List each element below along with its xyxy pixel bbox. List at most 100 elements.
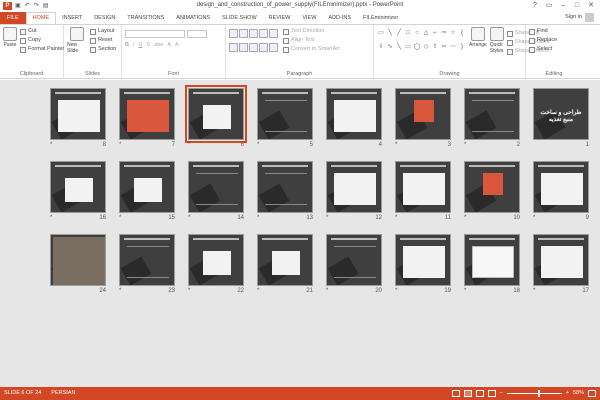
transition-star-icon[interactable]: * xyxy=(50,215,52,221)
slide-thumbnail[interactable] xyxy=(50,161,106,213)
transition-star-icon[interactable]: * xyxy=(119,142,121,148)
slide-thumbnail[interactable] xyxy=(326,161,382,213)
paste-button[interactable]: Paste xyxy=(3,27,17,54)
transition-star-icon[interactable]: * xyxy=(188,215,190,221)
slide-thumbnail[interactable] xyxy=(119,161,175,213)
ribbon-display-icon[interactable]: ▭ xyxy=(542,0,556,11)
connector-shape-icon[interactable]: ⌐ xyxy=(431,29,439,37)
maximize-icon[interactable]: □ xyxy=(570,0,584,11)
text-direction-button[interactable]: Text Direction xyxy=(283,27,340,36)
transition-star-icon[interactable]: * xyxy=(464,215,466,221)
transition-star-icon[interactable]: * xyxy=(50,142,52,148)
rectangle-shape-icon[interactable]: ▭ xyxy=(404,43,412,51)
reading-view-icon[interactable] xyxy=(475,390,484,397)
diamond-shape-icon[interactable]: ◇ xyxy=(422,43,430,51)
slide-thumbnail[interactable] xyxy=(257,234,313,286)
justify-icon[interactable] xyxy=(259,42,268,52)
transition-star-icon[interactable]: * xyxy=(395,288,397,294)
transition-star-icon[interactable]: * xyxy=(464,288,466,294)
transition-star-icon[interactable]: * xyxy=(395,142,397,148)
zoom-slider-handle[interactable] xyxy=(537,390,540,397)
transition-star-icon[interactable]: * xyxy=(257,288,259,294)
increase-indent-icon[interactable] xyxy=(259,29,268,38)
slide-thumbnail[interactable] xyxy=(50,234,106,286)
clear-format-button[interactable]: A xyxy=(175,41,179,50)
tab-home[interactable]: HOME xyxy=(25,12,57,24)
transition-star-icon[interactable]: * xyxy=(395,215,397,221)
slide-thumbnail[interactable] xyxy=(533,161,589,213)
slide-thumbnail[interactable] xyxy=(464,234,520,286)
slide-thumbnail[interactable] xyxy=(464,161,520,213)
bold-button[interactable]: B xyxy=(125,41,129,50)
brace-shape-icon[interactable]: } xyxy=(458,43,466,51)
transition-star-icon[interactable]: * xyxy=(533,288,535,294)
help-icon[interactable]: ? xyxy=(528,0,542,11)
transition-star-icon[interactable]: * xyxy=(257,142,259,148)
underline-button[interactable]: U xyxy=(139,41,143,50)
convert-smartart-button[interactable]: Convert to SmartArt xyxy=(283,45,340,54)
slide-thumbnail[interactable] xyxy=(533,234,589,286)
quick-styles-button[interactable]: Quick Styles xyxy=(489,27,504,56)
strikethrough-button[interactable]: abe xyxy=(154,41,163,50)
cut-button[interactable]: Cut xyxy=(20,27,64,36)
align-left-icon[interactable] xyxy=(229,42,238,52)
line-shape-icon[interactable]: ╲ xyxy=(395,43,403,51)
transition-star-icon[interactable]: * xyxy=(464,142,466,148)
copy-button[interactable]: Copy xyxy=(20,36,64,45)
font-family-input[interactable] xyxy=(125,29,185,38)
slide-thumbnail[interactable]: طراحی و ساخت منبع تغذیه xyxy=(533,88,589,140)
slide-thumbnail[interactable] xyxy=(395,161,451,213)
line-shape-icon[interactable]: ╲ xyxy=(386,29,394,37)
grow-font-button[interactable]: A xyxy=(167,41,171,50)
triangle-shape-icon[interactable]: △ xyxy=(422,29,430,37)
oval-shape-icon[interactable]: ○ xyxy=(413,29,421,37)
language-indicator[interactable]: PERSIAN xyxy=(51,387,75,400)
slide-thumbnail[interactable] xyxy=(188,234,244,286)
tab-insert[interactable]: INSERT xyxy=(56,12,88,24)
reset-button[interactable]: Reset xyxy=(90,36,116,45)
line-shape-icon[interactable]: ╱ xyxy=(395,29,403,37)
rectangle-shape-icon[interactable]: ▭ xyxy=(377,29,385,37)
format-painter-button[interactable]: Format Painter xyxy=(20,45,64,54)
layout-button[interactable]: Layout xyxy=(90,27,116,36)
tab-design[interactable]: DESIGN xyxy=(88,12,121,24)
slide-thumbnail[interactable] xyxy=(326,234,382,286)
columns-icon[interactable] xyxy=(269,42,278,52)
slide-thumbnail[interactable] xyxy=(395,88,451,140)
slide-thumbnail[interactable] xyxy=(185,85,247,143)
slide-thumbnail[interactable] xyxy=(50,88,106,140)
tab-transitions[interactable]: TRANSITIONS xyxy=(121,12,170,24)
transition-star-icon[interactable]: * xyxy=(257,215,259,221)
normal-view-icon[interactable] xyxy=(451,390,460,397)
shadow-button[interactable]: S xyxy=(147,41,151,50)
minimize-icon[interactable]: – xyxy=(556,0,570,11)
arrow-shape-icon[interactable]: ⇩ xyxy=(377,43,385,51)
find-button[interactable]: Find xyxy=(529,27,579,36)
slide-thumbnail[interactable] xyxy=(395,234,451,286)
zoom-level[interactable]: 58% xyxy=(573,387,584,400)
slide-thumbnail[interactable] xyxy=(119,234,175,286)
zoom-slider[interactable] xyxy=(506,390,562,397)
section-button[interactable]: Section xyxy=(90,45,116,54)
slide-thumbnail[interactable] xyxy=(326,88,382,140)
align-text-button[interactable]: Align Text xyxy=(283,36,340,45)
tab-review[interactable]: REVIEW xyxy=(263,12,297,24)
select-button[interactable]: Select xyxy=(529,45,579,54)
align-right-icon[interactable] xyxy=(249,42,258,52)
arrow-shape-icon[interactable]: ⇦ xyxy=(440,43,448,51)
slide-show-icon[interactable] xyxy=(487,390,496,397)
tab-add-ins[interactable]: ADD-INS xyxy=(322,12,357,24)
line-spacing-icon[interactable] xyxy=(269,29,278,38)
align-center-icon[interactable] xyxy=(239,42,248,52)
replace-button[interactable]: Replace xyxy=(529,36,579,45)
slide-thumbnail[interactable] xyxy=(119,88,175,140)
tab-file[interactable]: FILE xyxy=(0,12,26,24)
italic-button[interactable]: I xyxy=(133,41,135,50)
transition-star-icon[interactable]: * xyxy=(119,288,121,294)
transition-star-icon[interactable]: * xyxy=(326,215,328,221)
font-size-input[interactable] xyxy=(187,29,207,38)
avatar[interactable] xyxy=(585,13,594,22)
transition-star-icon[interactable]: * xyxy=(188,142,190,148)
close-icon[interactable]: ✕ xyxy=(584,0,598,11)
slide-thumbnail[interactable] xyxy=(257,161,313,213)
